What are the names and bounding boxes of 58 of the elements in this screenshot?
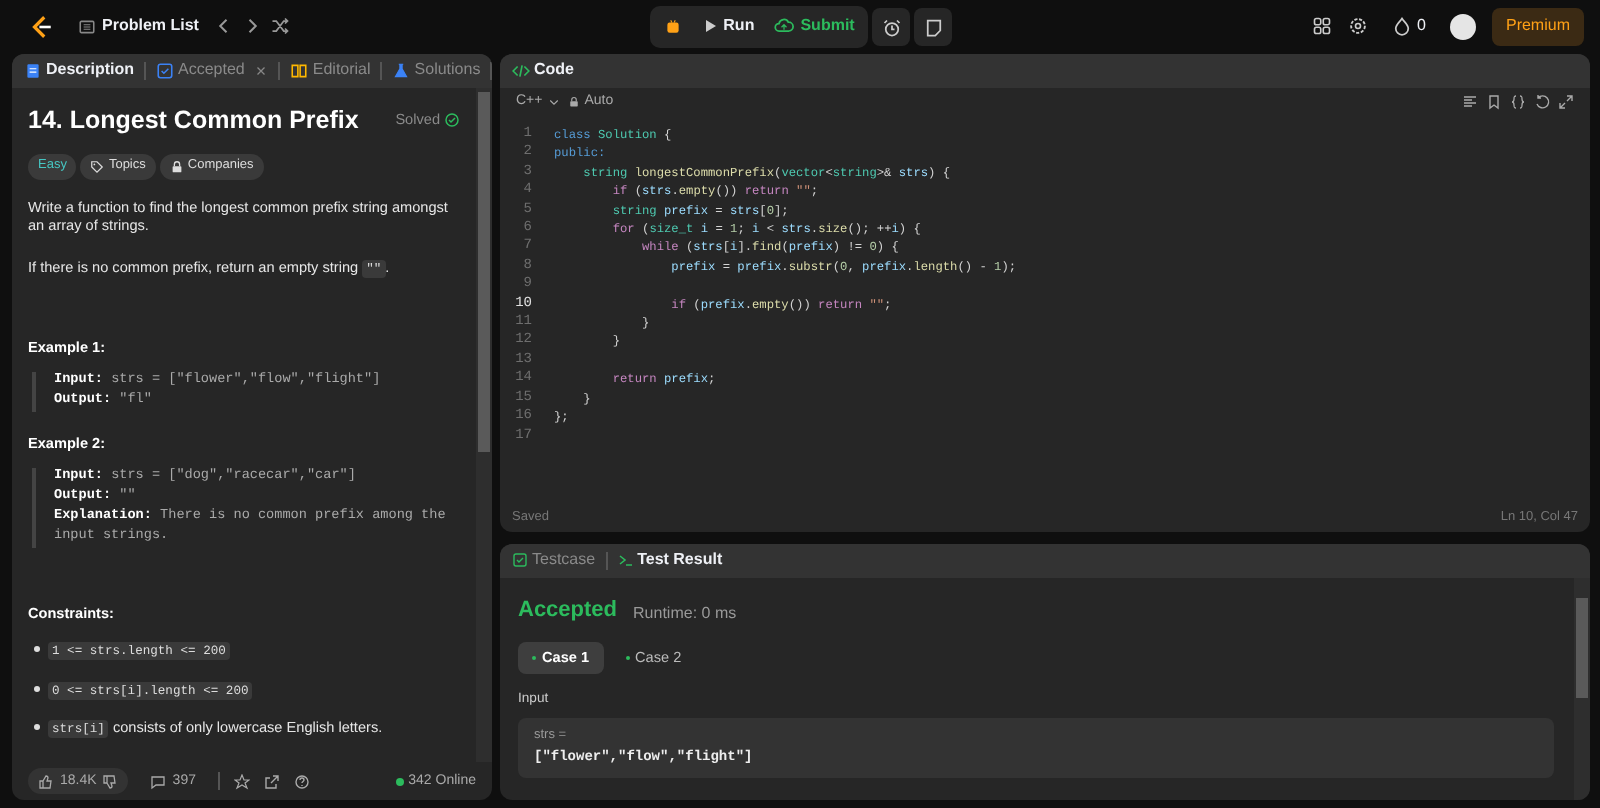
tab[interactable]: Accepted	[156, 60, 245, 82]
problem-list-button[interactable]: Problem List	[70, 12, 207, 42]
notes-button[interactable]	[914, 8, 953, 46]
premium-button[interactable]: Premium	[1491, 8, 1584, 46]
bullet-icon	[34, 646, 40, 653]
scrollbar[interactable]	[476, 88, 492, 762]
bookmark-icon[interactable]	[1486, 94, 1502, 110]
tab[interactable]: Description	[24, 60, 135, 82]
document-icon	[24, 61, 42, 80]
bullet-icon	[34, 685, 40, 692]
reset-icon[interactable]	[1534, 94, 1550, 110]
shuffle-icon[interactable]	[270, 16, 291, 37]
tab[interactable]: Solutions	[392, 60, 481, 82]
problem-title: 14. Longest Common Prefix	[28, 104, 359, 137]
help-icon[interactable]	[293, 773, 310, 789]
list-icon	[78, 17, 96, 36]
thumbs-down-icon	[102, 773, 119, 789]
tab[interactable]: Code	[512, 60, 574, 82]
lock-icon	[568, 96, 581, 108]
check-square-icon	[512, 552, 528, 569]
close-icon[interactable]	[254, 64, 269, 78]
alarm-clock-icon	[881, 17, 902, 37]
expand-icon[interactable]	[1558, 94, 1574, 110]
star-icon[interactable]	[233, 773, 250, 789]
logo-icon[interactable]	[28, 13, 54, 40]
tab[interactable]: Testcase	[512, 550, 596, 572]
format-icon[interactable]	[1462, 94, 1478, 110]
submit-button[interactable]: Submit	[766, 12, 863, 42]
play-icon	[701, 18, 718, 35]
braces-icon[interactable]	[1510, 94, 1526, 110]
flask-icon	[392, 61, 411, 80]
scrollbar[interactable]	[1574, 578, 1590, 800]
layout-icon[interactable]	[1311, 16, 1332, 37]
settings-icon[interactable]	[1347, 16, 1368, 37]
avatar[interactable]	[1449, 13, 1476, 40]
check-circle-icon	[444, 112, 460, 129]
check-square-icon	[156, 61, 175, 80]
tab[interactable]: Test Result	[617, 550, 723, 572]
comment-icon	[150, 773, 167, 789]
run-button[interactable]: Run	[693, 12, 763, 42]
thumbs-up-icon	[38, 773, 54, 789]
book-icon	[290, 61, 309, 80]
tag-icon	[90, 159, 105, 174]
streak-counter[interactable]: 0	[1383, 12, 1434, 42]
terminal-icon	[617, 552, 634, 569]
share-icon[interactable]	[263, 773, 280, 789]
runtime-label: Runtime: 0 ms	[633, 603, 737, 625]
online-dot	[396, 777, 405, 785]
verdict: Accepted	[518, 596, 618, 625]
status-dot	[625, 656, 630, 661]
tab[interactable]: Editorial	[290, 60, 371, 82]
chevron-down-icon	[548, 96, 561, 108]
note-icon	[923, 17, 944, 37]
cloud-upload-icon	[774, 16, 795, 37]
code-icon	[512, 61, 530, 80]
bullet-icon	[34, 723, 40, 730]
lock-icon	[169, 159, 184, 174]
timer-button[interactable]	[872, 8, 911, 46]
